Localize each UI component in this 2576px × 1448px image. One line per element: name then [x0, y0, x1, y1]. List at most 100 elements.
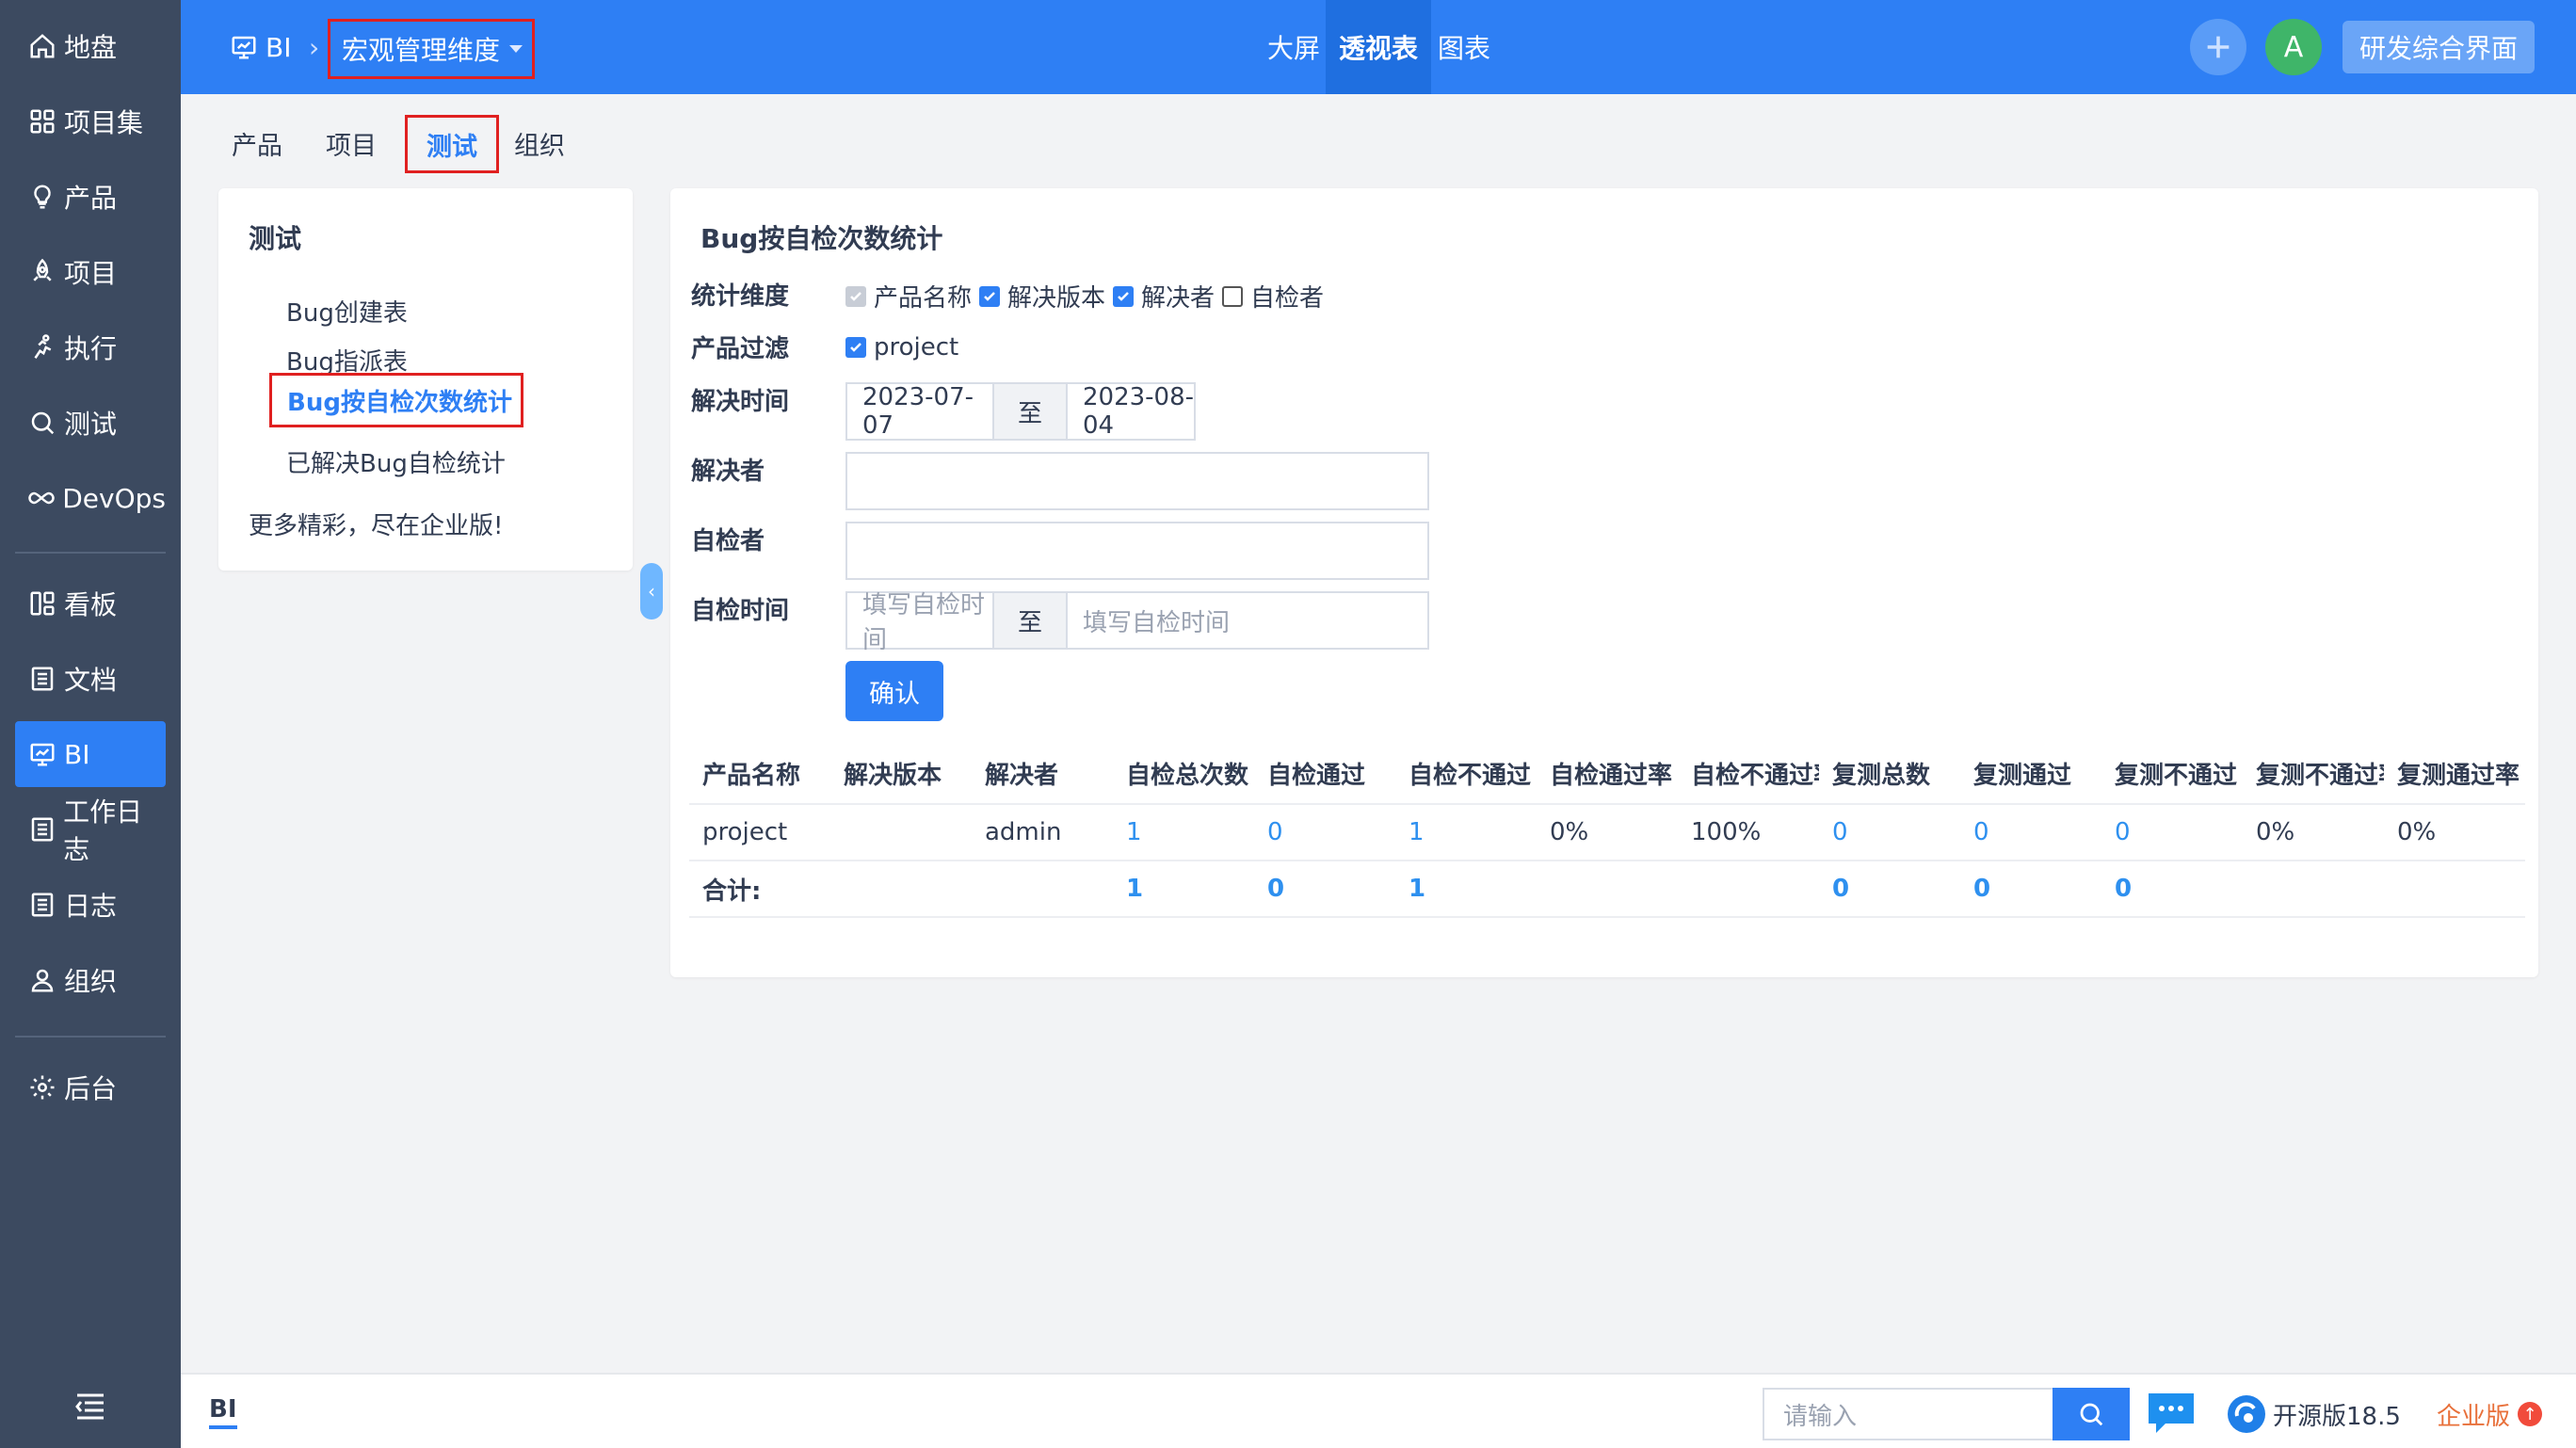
check-date-to[interactable]: 填写自检时间 — [1066, 591, 1429, 650]
subtab-product[interactable]: 产品 — [232, 122, 282, 164]
checkbox-project[interactable] — [845, 337, 866, 358]
checker-select[interactable] — [845, 522, 1429, 580]
table-total-row: 合计: 1 0 1 0 0 0 — [689, 861, 2525, 918]
table-cell-link[interactable]: 0 — [1254, 803, 1395, 861]
resolve-date-to[interactable]: 2023-08-04 — [1066, 382, 1196, 441]
table-cell-link[interactable]: 1 — [1395, 861, 1537, 918]
sidebar-item-log[interactable]: 日志 — [15, 872, 166, 938]
sidebar-item-test[interactable]: 测试 — [15, 390, 166, 456]
search-icon — [26, 407, 58, 439]
sidebar-item-label: BI — [64, 738, 90, 770]
checkbox-checker[interactable] — [1222, 285, 1244, 307]
table-header: 自检总次数 — [1126, 762, 1249, 790]
sidebar-item-product[interactable]: 产品 — [15, 164, 166, 230]
sidebar-item-bi[interactable]: BI — [15, 721, 166, 787]
sidebar-item-dashboard[interactable]: 地盘 — [15, 13, 166, 79]
table-cell: 0% — [1537, 803, 1678, 861]
table-cell — [830, 803, 972, 861]
lightbulb-icon — [26, 181, 58, 213]
table-cell-link[interactable]: 0 — [1819, 803, 1960, 861]
table-cell-link[interactable]: 1 — [1113, 861, 1254, 918]
table-cell — [1537, 861, 1678, 918]
table-cell: 0% — [2384, 803, 2525, 861]
table-header: 自检不通过 — [1409, 762, 1532, 790]
range-separator: 至 — [994, 591, 1066, 650]
chat-icon[interactable] — [2145, 1390, 2198, 1437]
dimension-options: 产品名称 解决版本 解决者 自检者 — [845, 279, 1331, 314]
sidebar-item-label: 看板 — [64, 589, 118, 620]
arrow-up-icon: ↑ — [2518, 1402, 2543, 1426]
subtab-test[interactable]: 测试 — [405, 115, 499, 173]
table-cell-link[interactable]: 0 — [1960, 803, 2101, 861]
add-button[interactable] — [2190, 19, 2246, 75]
checkbox-product-name — [845, 285, 866, 307]
report-link-resolved-bug-self-check[interactable]: 已解决Bug自检统计 — [286, 444, 506, 479]
sidebar-item-project[interactable]: 项目 — [15, 239, 166, 305]
sidebar-item-program[interactable]: 项目集 — [15, 88, 166, 154]
resolve-date-from[interactable]: 2023-07-07 — [845, 382, 994, 441]
avatar[interactable]: A — [2265, 19, 2322, 75]
table-cell-link[interactable]: 0 — [2101, 861, 2243, 918]
collapse-panel-button[interactable]: ‹ — [640, 563, 663, 619]
home-icon — [26, 30, 58, 62]
panel-title: 测试 — [249, 223, 302, 254]
footer-tab-bi[interactable]: BI — [209, 1395, 237, 1429]
table-cell — [2384, 861, 2525, 918]
table-cell-link[interactable]: 0 — [1960, 861, 2101, 918]
confirm-button[interactable]: 确认 — [845, 661, 943, 721]
checkbox-resolved-build[interactable] — [979, 285, 1001, 307]
dimension-select[interactable]: 宏观管理维度 — [328, 19, 535, 79]
chevron-right-icon: › — [309, 31, 320, 63]
checkbox-resolver[interactable] — [1113, 285, 1135, 307]
breadcrumb-bi[interactable]: BI — [230, 0, 291, 94]
resolver-select[interactable] — [845, 452, 1429, 510]
sidebar-item-doc[interactable]: 文档 — [15, 646, 166, 712]
table-cell-link[interactable]: 1 — [1395, 803, 1537, 861]
footer-search-button[interactable] — [2053, 1388, 2130, 1440]
checkbox-label: 产品名称 — [874, 284, 973, 313]
table-cell — [972, 861, 1113, 918]
sidebar-item-label: 项目 — [64, 258, 118, 289]
label-resolve-time: 解决时间 — [691, 388, 790, 416]
workspace-button[interactable]: 研发综合界面 — [2343, 21, 2535, 73]
zentao-logo-icon — [2228, 1395, 2265, 1433]
collapse-menu-icon[interactable] — [73, 1392, 107, 1422]
label-dimension: 统计维度 — [691, 282, 790, 311]
footer-search-input[interactable]: 请输入 — [1763, 1388, 2054, 1440]
chevron-left-icon: ‹ — [648, 580, 655, 603]
label-product-filter: 产品过滤 — [691, 335, 790, 363]
product-filter-options: project — [845, 333, 966, 362]
edition-label: 开源版18.5 — [2224, 1388, 2401, 1440]
nav-chart[interactable]: 图表 — [1431, 0, 1497, 94]
report-link-bug-created[interactable]: Bug创建表 — [286, 294, 408, 329]
nav-big-screen[interactable]: 大屏 — [1250, 0, 1337, 94]
enterprise-link[interactable]: 企业版 ↑ — [2437, 1388, 2543, 1440]
table-cell-link[interactable]: 1 — [1113, 803, 1254, 861]
sidebar-item-devops[interactable]: DevOps — [15, 465, 166, 531]
monitor-icon — [232, 36, 256, 59]
report-link-bug-self-check-count[interactable]: Bug按自检次数统计 — [269, 373, 523, 427]
check-date-from[interactable]: 填写自检时间 — [845, 591, 994, 654]
subtab-org[interactable]: 组织 — [514, 122, 565, 164]
sidebar-item-admin[interactable]: 后台 — [15, 1054, 166, 1120]
sidebar-item-org[interactable]: 组织 — [15, 947, 166, 1013]
sidebar-item-label: DevOps — [62, 482, 166, 514]
sidebar-item-kanban[interactable]: 看板 — [15, 571, 166, 636]
table-cell: 合计: — [689, 861, 830, 918]
sidebar-item-label: 工作日志 — [63, 796, 143, 865]
label-checker: 自检者 — [691, 527, 765, 555]
sidebar-item-label: 项目集 — [64, 107, 144, 138]
gear-icon — [26, 1071, 58, 1103]
table-cell-link[interactable]: 0 — [1254, 861, 1395, 918]
sidebar-item-worklog[interactable]: 工作日志 — [15, 796, 166, 865]
table-cell — [830, 861, 972, 918]
table-cell-link[interactable]: 0 — [2101, 803, 2243, 861]
search-icon — [2080, 1403, 2103, 1426]
nav-pivot-table[interactable]: 透视表 — [1326, 0, 1431, 94]
subtab-project[interactable]: 项目 — [326, 122, 377, 164]
report-panel: Bug按自检次数统计 统计维度 产品名称 解决版本 解决者 自检者 产品过滤 p… — [670, 188, 2538, 977]
sidebar-item-execution[interactable]: 执行 — [15, 314, 166, 380]
label-resolver: 解决者 — [691, 458, 765, 486]
table-cell-link[interactable]: 0 — [1819, 861, 1960, 918]
sidebar-item-label: 执行 — [64, 333, 118, 364]
